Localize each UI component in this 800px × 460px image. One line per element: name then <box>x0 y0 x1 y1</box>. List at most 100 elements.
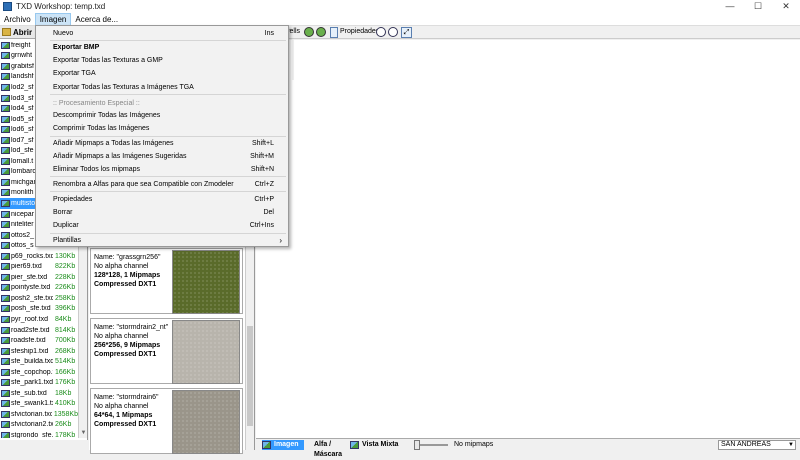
menu-item[interactable]: Exportar BMP <box>36 42 288 54</box>
file-size: 1358Kb <box>53 410 78 418</box>
menu-item[interactable]: Exportar Todas las Texturas a GMP <box>36 55 288 67</box>
maximize-button[interactable]: ☐ <box>744 0 772 13</box>
game-select[interactable]: SAN ANDREAS ▼ <box>718 440 796 450</box>
texture-view[interactable] <box>256 40 800 438</box>
file-row[interactable]: pointysfe.txd 226Kb <box>0 283 78 294</box>
menu-separator <box>50 136 286 137</box>
menu-item[interactable]: Duplicar Ctrl+Ins <box>36 220 288 232</box>
file-size: 166Kb <box>55 368 76 376</box>
txd-file-icon <box>1 52 10 60</box>
txd-file-icon <box>1 284 10 292</box>
window-controls: — ☐ ✕ <box>716 0 800 13</box>
file-row[interactable]: posh2_sfe.txd 258Kb <box>0 293 78 304</box>
texture-name: Name: "grassgrn256" <box>94 254 161 261</box>
properties-button[interactable]: Propiedades <box>340 28 379 35</box>
menu-item[interactable]: Plantillas › <box>36 235 288 247</box>
menu-item[interactable]: Añadir Mipmaps a las Imágenes Sugeridas S… <box>36 151 288 163</box>
menu-separator <box>50 191 286 192</box>
file-size: 396Kb <box>55 305 76 313</box>
minimize-button[interactable]: — <box>716 0 744 13</box>
file-name: posh2_sfe.txd <box>11 294 53 302</box>
zoom-in-icon[interactable] <box>376 27 386 37</box>
menu-item[interactable]: Borrar Del <box>36 207 288 219</box>
menu-separator <box>50 94 286 95</box>
file-name: pointysfe.txd <box>11 284 51 292</box>
menu-item-label: Comprimir Todas las Imágenes <box>53 125 150 132</box>
zoom-out-icon[interactable] <box>388 27 398 37</box>
close-button[interactable]: ✕ <box>772 0 800 13</box>
file-row[interactable]: sfe_sub.txd 18Kb <box>0 388 78 399</box>
file-row[interactable]: sfvictorian.txd 1358Kb <box>0 409 78 420</box>
tab-mixed[interactable]: Vista Mixta <box>350 440 410 450</box>
texture-card[interactable]: Name: "stormdrain2_nt" No alpha channel 25… <box>90 318 243 384</box>
menu-item-label: Descomprimir Todas las Imágenes <box>53 112 161 119</box>
menu-item[interactable]: Comprimir Todas las Imágenes <box>36 123 288 135</box>
menu-shortcut: Ins <box>264 30 274 37</box>
menu-item-label: Exportar TGA <box>53 70 96 77</box>
menu-item[interactable]: Nuevo Ins <box>36 28 288 40</box>
txd-file-icon <box>1 337 10 345</box>
file-size: 176Kb <box>55 379 76 387</box>
menu-separator <box>50 40 286 41</box>
file-name: sfe_park1.txd <box>11 379 53 387</box>
menu-item[interactable]: Añadir Mipmaps a Todas las Imágenes Shift… <box>36 138 288 150</box>
file-size: 700Kb <box>55 337 76 345</box>
chevron-down-icon: ▼ <box>788 442 794 448</box>
scroll-thumb[interactable] <box>247 326 253 426</box>
menu-item[interactable]: Descomprimir Todas las Imágenes <box>36 110 288 122</box>
mixed-tab-icon <box>350 441 359 449</box>
menu-item: :: Procesamiento Especial :: <box>36 98 288 110</box>
menu-item-label: Renombra a Alfas para que sea Compatible… <box>53 181 234 188</box>
texture-card[interactable]: Name: "stormdrain6" No alpha channel 64*64… <box>90 388 243 454</box>
menu-item[interactable]: Eliminar Todos los mipmaps Shift+N <box>36 164 288 176</box>
txd-file-icon <box>1 136 10 144</box>
txd-file-icon <box>1 315 10 323</box>
menu-item-label: Exportar Todas las Texturas a GMP <box>53 57 163 64</box>
file-row[interactable]: pier69.txd 822Kb <box>0 261 78 272</box>
txd-file-icon <box>1 221 10 229</box>
fit-icon[interactable]: ⤢ <box>401 27 412 38</box>
menu-item-label: Plantillas <box>53 237 82 244</box>
tab-image[interactable]: Imagen <box>262 440 304 450</box>
txd-file-icon <box>1 199 10 207</box>
file-row[interactable]: stgrondo_sfe.tx178Kb <box>0 430 78 438</box>
mipmap-slider[interactable] <box>414 440 420 450</box>
file-row[interactable]: posh_sfe.txd 396Kb <box>0 304 78 315</box>
file-row[interactable]: pier_sfe.txd 228Kb <box>0 272 78 283</box>
txd-file-icon <box>1 252 10 260</box>
menu-item[interactable]: Exportar Todas las Texturas a Imágenes T… <box>36 82 288 94</box>
txd-file-icon <box>1 379 10 387</box>
file-size: 514Kb <box>55 358 76 366</box>
file-row[interactable]: sfeship1.txd 268Kb <box>0 346 78 357</box>
file-row[interactable]: pyr_roof.txd 84Kb <box>0 314 78 325</box>
menu-item[interactable]: Renombra a Alfas para que sea Compatible… <box>36 179 288 191</box>
file-name: roadsfe.txd <box>11 337 46 345</box>
file-row[interactable]: road2sfe.txd 814Kb <box>0 325 78 336</box>
menu-shortcut: Shift+L <box>252 140 274 147</box>
file-size: 268Kb <box>55 347 76 355</box>
texture-name: Name: "stormdrain2_nt" <box>94 324 169 331</box>
txd-file-icon <box>1 326 10 334</box>
menu-item-label: Duplicar <box>53 222 79 229</box>
file-row[interactable]: sfe_copchop.tx166Kb <box>0 367 78 378</box>
open-label: Abrir <box>13 27 33 37</box>
file-row[interactable]: sfe_builda.txd 514Kb <box>0 356 78 367</box>
menu-item-label: Exportar Todas las Texturas a Imágenes T… <box>53 84 194 91</box>
file-row[interactable]: p69_rocks.txd 130Kb <box>0 251 78 262</box>
file-row[interactable]: sfe_park1.txd 176Kb <box>0 378 78 389</box>
next-icon[interactable] <box>316 27 326 37</box>
txd-file-icon <box>1 263 10 271</box>
texture-dims: 128*128, 1 Mipmaps <box>94 272 161 279</box>
scroll-down-icon[interactable]: ▼ <box>79 430 88 438</box>
file-row[interactable]: sfe_swank1.tx 410Kb <box>0 399 78 410</box>
file-row[interactable]: sfvictorian2.tx 26Kb <box>0 420 78 431</box>
texture-card[interactable]: Name: "grassgrn256" No alpha channel 128*1… <box>90 248 243 314</box>
txd-file-icon <box>1 231 10 239</box>
txd-file-icon <box>1 178 10 186</box>
prev-icon[interactable] <box>304 27 314 37</box>
menu-archivo[interactable]: Archivo <box>0 13 35 26</box>
menu-item[interactable]: Exportar TGA <box>36 68 288 80</box>
file-row[interactable]: roadsfe.txd 700Kb <box>0 335 78 346</box>
image-tab-icon <box>262 441 271 449</box>
menu-item[interactable]: Propiedades Ctrl+P <box>36 194 288 206</box>
